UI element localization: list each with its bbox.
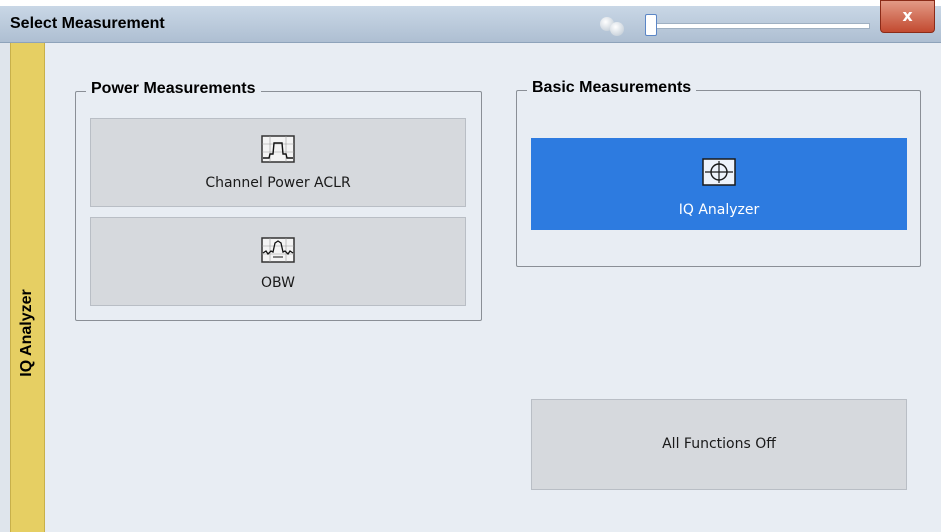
obw-label: OBW [261, 275, 295, 291]
iq-analyzer-button[interactable]: IQ Analyzer [531, 138, 907, 230]
obw-icon [261, 237, 295, 263]
channel-power-aclr-label: Channel Power ACLR [205, 175, 351, 191]
iq-analyzer-icon [702, 158, 736, 186]
basic-measurements-title: Basic Measurements [527, 79, 697, 97]
close-button[interactable]: x [880, 0, 935, 33]
all-functions-off-button[interactable]: All Functions Off [531, 399, 907, 490]
obw-button[interactable]: OBW [90, 217, 466, 306]
transparency-slider[interactable] [652, 23, 870, 29]
side-tab-label: IQ Analyzer [18, 289, 35, 377]
power-measurements-title: Power Measurements [86, 80, 261, 98]
side-tab-iq-analyzer[interactable]: IQ Analyzer [10, 43, 45, 532]
close-icon: x [902, 6, 913, 25]
select-measurement-dialog: Select Measurement x IQ Analyzer Power M… [0, 0, 941, 532]
channel-power-aclr-button[interactable]: Channel Power ACLR [90, 118, 466, 207]
transparency-slider-thumb[interactable] [645, 14, 657, 36]
dialog-title: Select Measurement [10, 15, 165, 32]
tab-strip [0, 43, 10, 532]
transparency-icon-secondary [610, 22, 624, 36]
title-bar[interactable]: Select Measurement [0, 6, 941, 43]
all-functions-off-label: All Functions Off [662, 436, 776, 452]
iq-analyzer-label: IQ Analyzer [678, 202, 760, 218]
channel-power-aclr-icon [261, 135, 295, 163]
